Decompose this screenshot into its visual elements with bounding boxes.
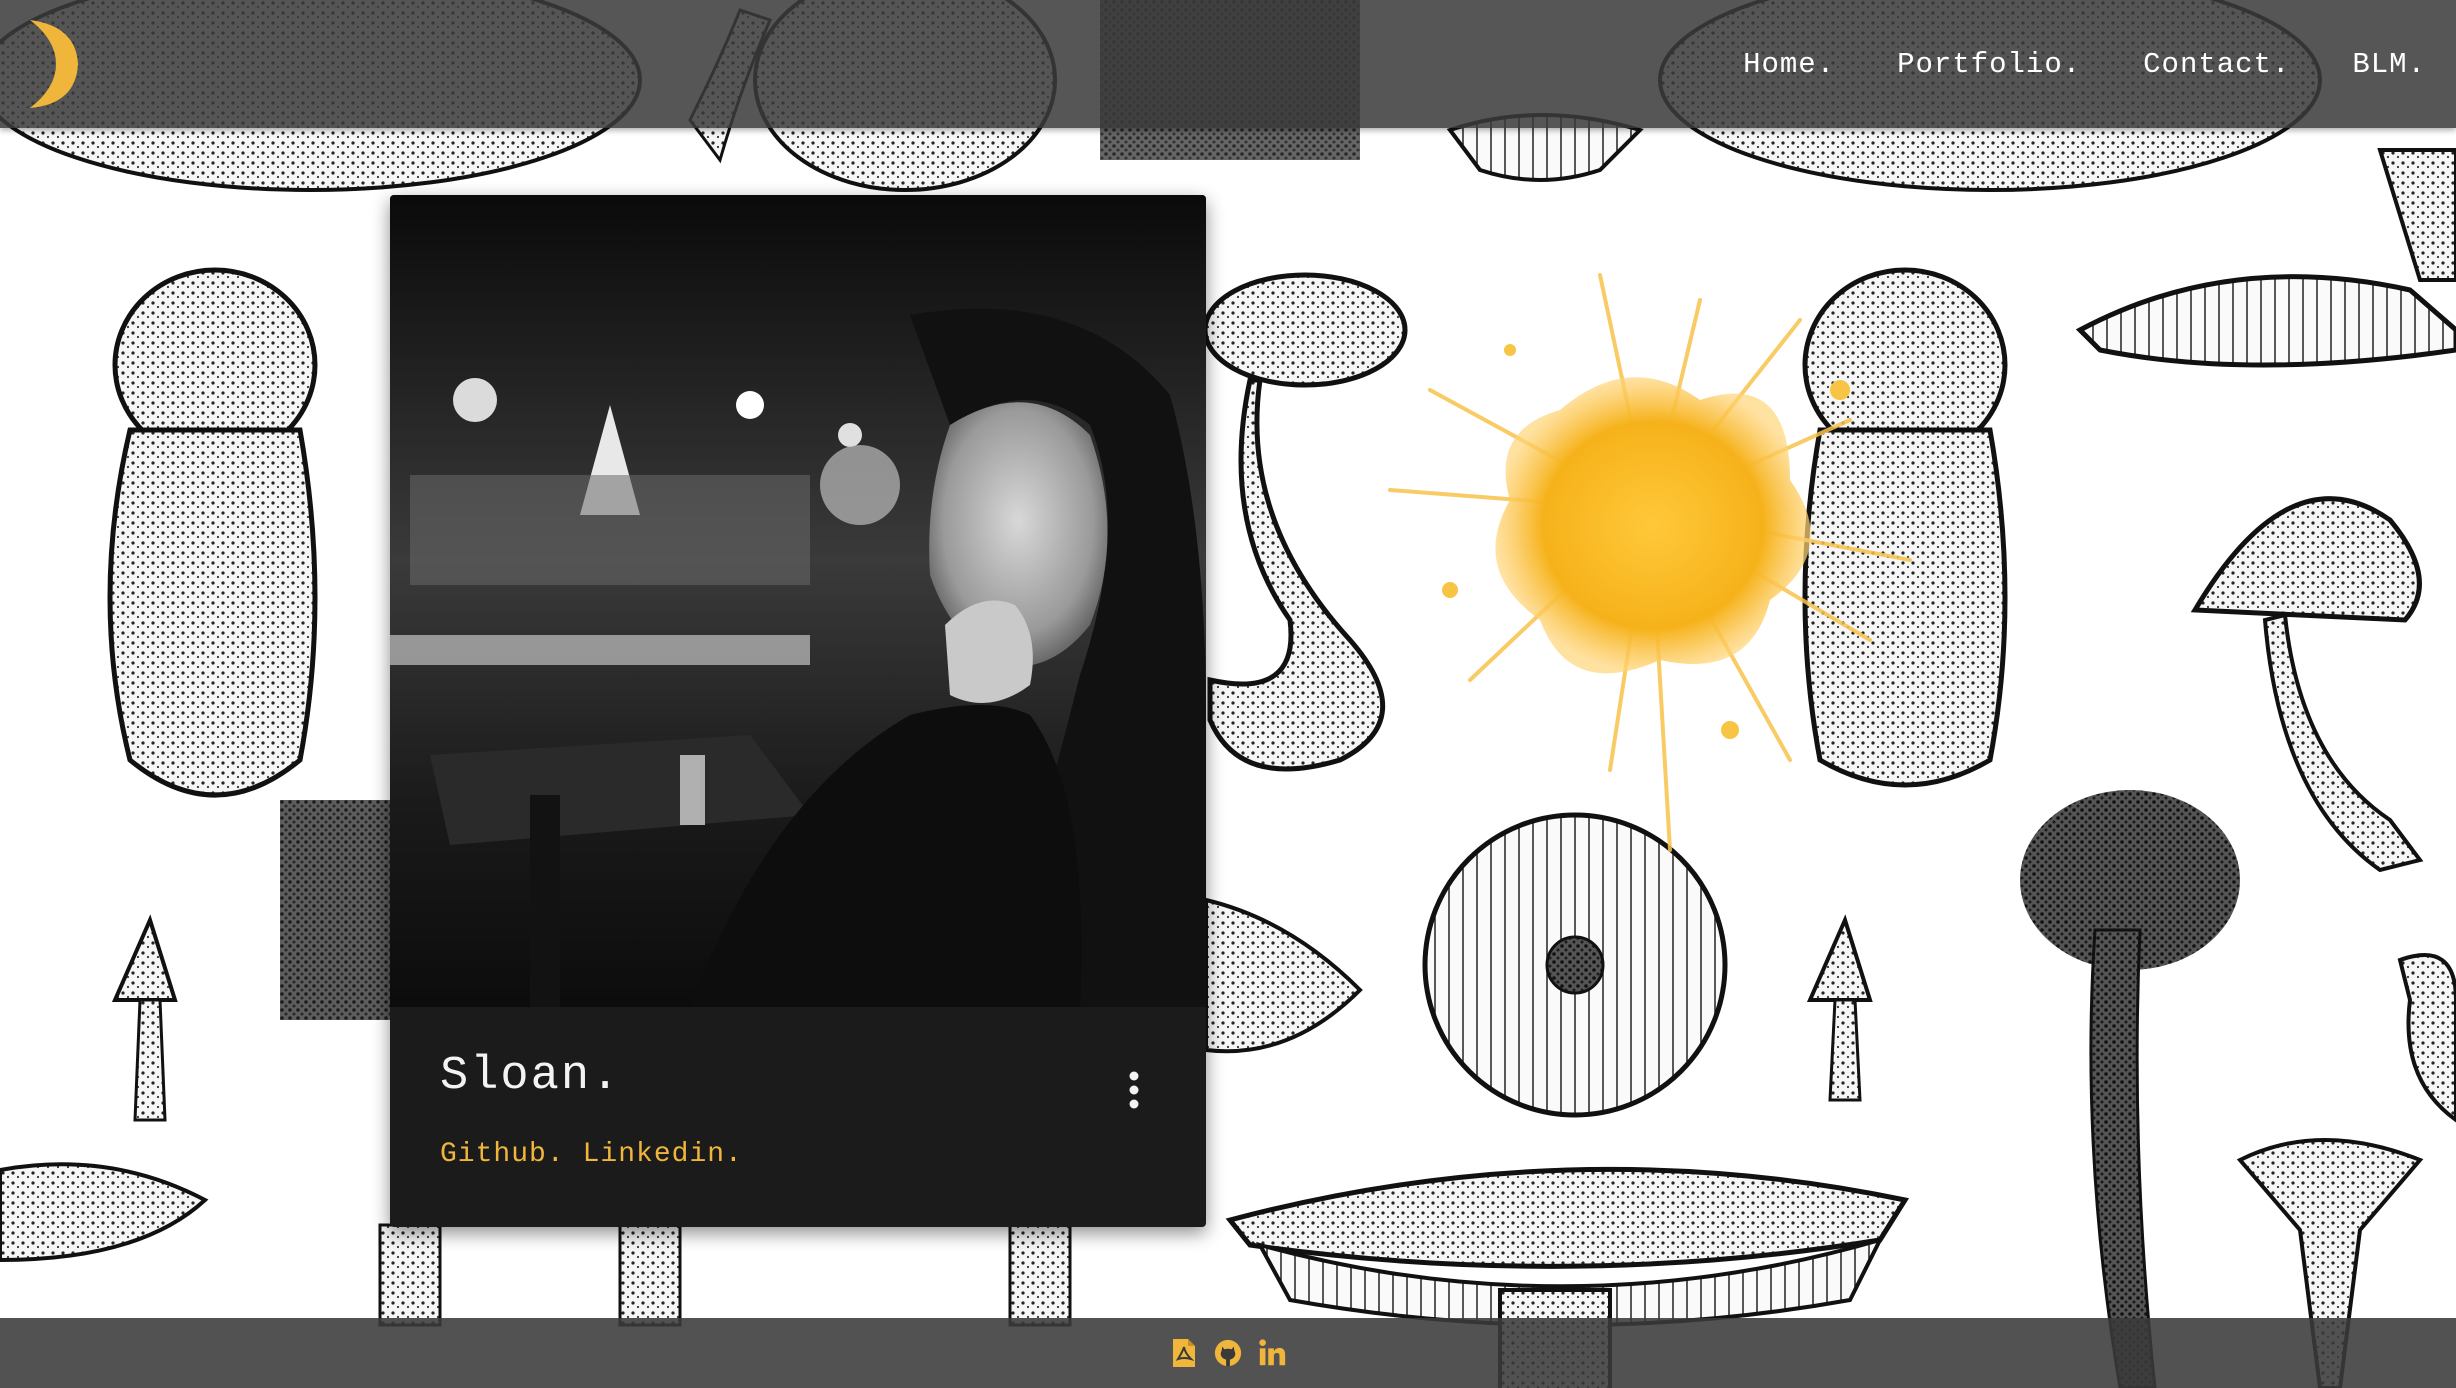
yellow-paint-splash	[1388, 273, 1912, 852]
card-title: Sloan.	[440, 1050, 622, 1103]
footer	[0, 1318, 2456, 1388]
nav-contact-link[interactable]: Contact.	[2143, 48, 2290, 81]
navbar: Home. Portfolio. Contact. BLM.	[0, 0, 2456, 128]
more-vert-icon[interactable]	[1110, 1066, 1158, 1114]
nav-home-link[interactable]: Home.	[1743, 48, 1835, 81]
pdf-file-icon[interactable]	[1169, 1337, 1199, 1369]
mushroom-background-illustration	[0, 0, 2456, 1388]
crescent-moon-icon[interactable]	[16, 16, 86, 112]
nav-blm-link[interactable]: BLM.	[2352, 48, 2426, 81]
profile-photo	[390, 195, 1206, 1007]
github-icon[interactable]	[1213, 1337, 1243, 1369]
page: Home. Portfolio. Contact. BLM. Sloan. Gi…	[0, 0, 2456, 1388]
nav-links: Home. Portfolio. Contact. BLM.	[1743, 0, 2456, 128]
github-link[interactable]: Github.	[440, 1139, 565, 1170]
card-links: Github. Linkedin.	[440, 1139, 761, 1170]
nav-portfolio-link[interactable]: Portfolio.	[1897, 48, 2081, 81]
linkedin-icon[interactable]	[1257, 1337, 1287, 1369]
profile-card: Sloan. Github. Linkedin.	[390, 195, 1206, 1227]
linkedin-link[interactable]: Linkedin.	[583, 1139, 743, 1170]
